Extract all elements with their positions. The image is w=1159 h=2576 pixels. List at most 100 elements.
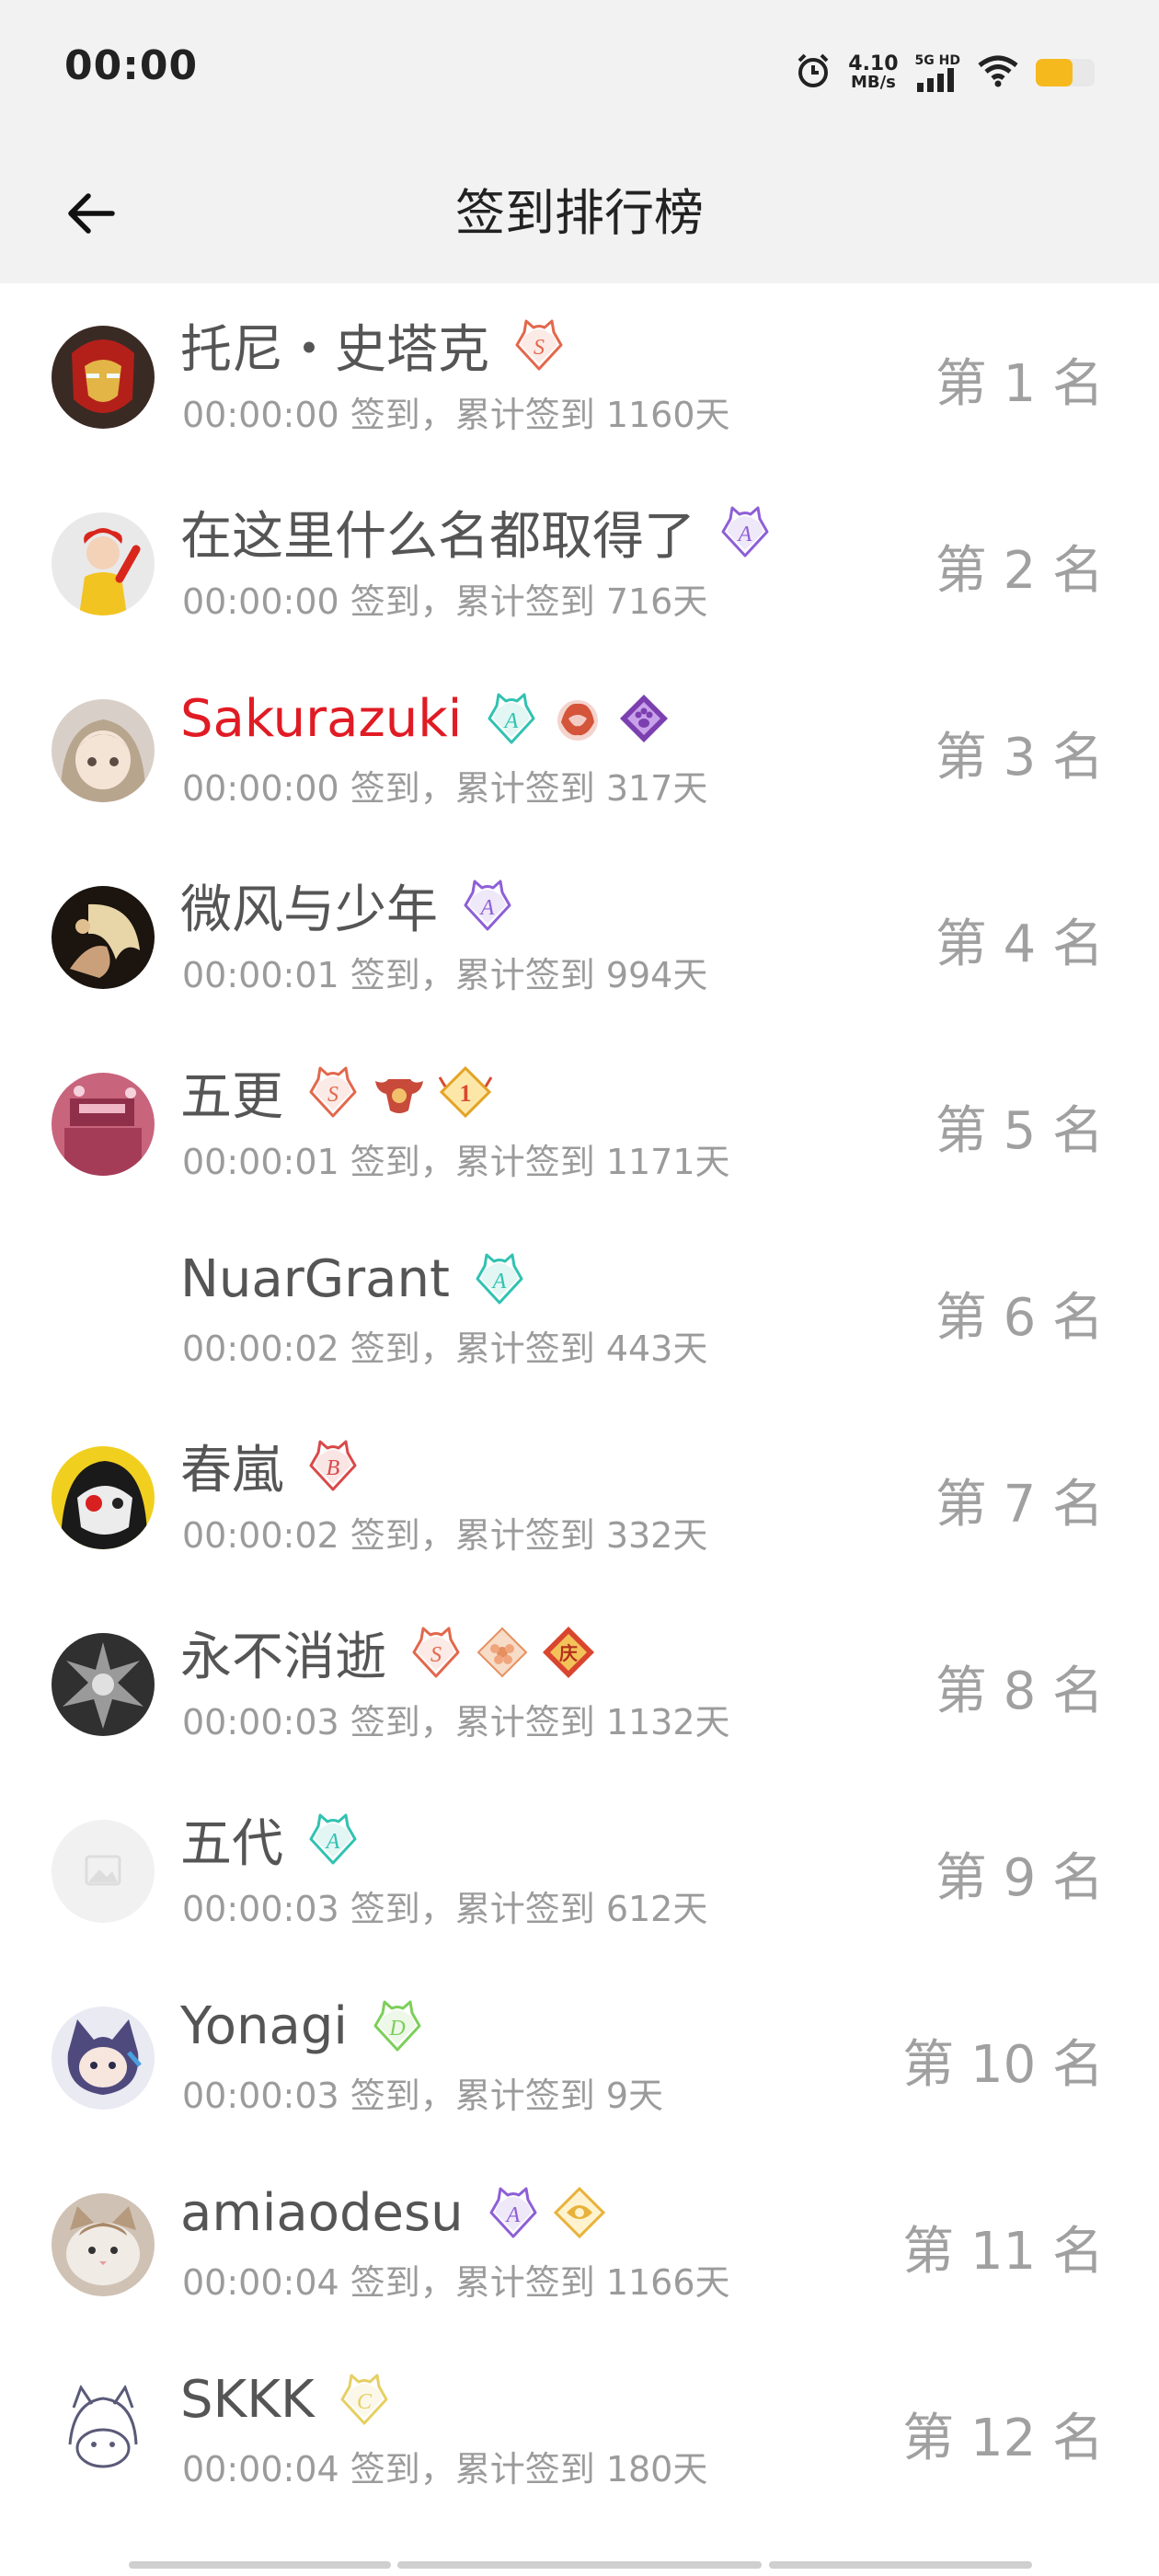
rank-row[interactable]: 五更 S 1 00:00:01 签到，累计签到 1171天第 5 名 [0, 1030, 1159, 1217]
badge-group: S [511, 317, 567, 373]
medal-badge-icon[interactable] [475, 1625, 530, 1680]
svg-text:庆: 庆 [559, 1642, 578, 1664]
rank-label: 第 9 名 [935, 1848, 1104, 1908]
medal-badge-icon[interactable] [616, 691, 671, 746]
name-line: 微风与少年 A [180, 875, 515, 940]
user-name[interactable]: Yonagi [180, 1996, 348, 2056]
page-title: 签到排行榜 [455, 184, 704, 242]
avatar[interactable] [52, 512, 155, 615]
avatar[interactable] [52, 2193, 155, 2296]
user-name[interactable]: 在这里什么名都取得了 [180, 495, 695, 569]
medal-badge-icon[interactable]: A [472, 1251, 527, 1306]
rank-row[interactable]: Yonagi D 00:00:03 签到，累计签到 9天 第 10 名 [0, 1964, 1159, 2151]
user-name[interactable]: 春嵐 [180, 1429, 283, 1503]
name-line: amiaodesu A [180, 2182, 607, 2243]
medal-badge-icon[interactable]: D [370, 1998, 425, 2053]
badge-group: A [486, 2185, 607, 2240]
user-name[interactable]: 五代 [180, 1802, 283, 1877]
medal-badge-icon[interactable] [552, 2185, 607, 2240]
user-name[interactable]: NuarGrant [180, 1249, 450, 1309]
user-name[interactable]: 微风与少年 [180, 868, 438, 943]
rank-row[interactable]: amiaodesu A 00:00:04 签到，累计签到 1166天 第 11 名 [0, 2151, 1159, 2338]
avatar[interactable] [52, 2380, 155, 2483]
rank-label: 第 5 名 [935, 1101, 1104, 1161]
svg-text:B: B [327, 1456, 340, 1480]
medal-badge-icon[interactable] [372, 1064, 427, 1120]
checkin-info: 00:00:01 签到，累计签到 1171天 [182, 1142, 730, 1182]
avatar[interactable] [52, 2007, 155, 2110]
rank-label: 第 4 名 [935, 914, 1104, 974]
user-name[interactable]: Sakurazuki [180, 689, 462, 749]
avatar[interactable] [52, 1073, 155, 1176]
medal-badge-icon[interactable]: S [305, 1064, 361, 1120]
name-line: Sakurazuki A [180, 688, 671, 749]
medal-badge-icon[interactable]: 1 [438, 1064, 493, 1120]
checkin-info: 00:00:03 签到，累计签到 612天 [182, 1889, 708, 1929]
rank-row[interactable]: Sakurazuki A 00:00:00 签到，累计签到 317天 第 3 名 [0, 657, 1159, 844]
rank-row[interactable]: 永不消逝 S 庆 00:00:03 签到，累计签到 1132天第 8 名 [0, 1591, 1159, 1777]
rank-label: 第 8 名 [935, 1662, 1104, 1721]
medal-badge-icon[interactable]: C [337, 2372, 392, 2427]
avatar[interactable] [52, 1446, 155, 1549]
badge-group: S庆 [408, 1625, 596, 1680]
svg-text:A: A [504, 2203, 520, 2227]
avatar[interactable] [52, 886, 155, 989]
status-time: 00:00 [64, 42, 199, 89]
rank-row[interactable]: 在这里什么名都取得了 A 00:00:00 签到，累计签到 716天第 2 名 [0, 470, 1159, 657]
medal-badge-icon[interactable] [550, 691, 605, 746]
badge-group: C [337, 2372, 392, 2427]
rank-label: 第 12 名 [902, 2409, 1104, 2468]
medal-badge-icon[interactable]: A [484, 691, 539, 746]
rank-row[interactable]: SKKK C 00:00:04 签到，累计签到 180天 第 12 名 [0, 2338, 1159, 2524]
svg-text:S: S [327, 1083, 339, 1107]
name-line: NuarGrant A [180, 1248, 527, 1309]
medal-badge-icon[interactable]: S [408, 1625, 464, 1680]
badge-group: A [472, 1251, 527, 1306]
svg-text:A: A [503, 709, 519, 733]
name-line: 春嵐 B [180, 1435, 361, 1501]
svg-text:S: S [430, 1643, 442, 1667]
badge-group: A [484, 691, 671, 746]
avatar[interactable] [52, 1820, 155, 1923]
checkin-info: 00:00:03 签到，累计签到 1132天 [182, 1702, 730, 1742]
alarm-icon [795, 52, 832, 93]
user-name[interactable]: amiaodesu [180, 2183, 464, 2243]
avatar[interactable] [52, 699, 155, 802]
medal-badge-icon[interactable]: A [717, 504, 773, 559]
name-line: 永不消逝 S 庆 [180, 1622, 596, 1687]
rank-row[interactable]: 微风与少年 A 00:00:01 签到，累计签到 994天第 4 名 [0, 844, 1159, 1030]
svg-text:A: A [491, 1270, 507, 1294]
checkin-info: 00:00:00 签到，累计签到 1160天 [182, 395, 730, 435]
badge-group: B [305, 1438, 361, 1493]
medal-badge-icon[interactable]: S [511, 317, 567, 373]
user-name[interactable]: 五更 [180, 1055, 283, 1130]
status-icons: 4.10 MB/s 5G HD [795, 48, 1095, 98]
medal-badge-icon[interactable]: B [305, 1438, 361, 1493]
battery-icon [1036, 59, 1095, 86]
svg-text:A: A [479, 896, 495, 920]
avatar[interactable] [52, 1259, 155, 1363]
rank-row[interactable]: 春嵐 B 00:00:02 签到，累计签到 332天第 7 名 [0, 1404, 1159, 1591]
svg-text:S: S [534, 336, 545, 360]
medal-badge-icon[interactable]: A [460, 878, 515, 933]
checkin-info: 00:00:02 签到，累计签到 443天 [182, 1328, 708, 1369]
avatar[interactable] [52, 1633, 155, 1736]
medal-badge-icon[interactable]: 庆 [541, 1625, 596, 1680]
medal-badge-icon[interactable]: A [486, 2185, 541, 2240]
svg-text:1: 1 [460, 1080, 472, 1107]
user-name[interactable]: SKKK [180, 2370, 315, 2430]
user-name[interactable]: 永不消逝 [180, 1616, 386, 1690]
medal-badge-icon[interactable]: A [305, 1811, 361, 1867]
rank-row[interactable]: 五代 A 00:00:03 签到，累计签到 612天 第 9 名 [0, 1777, 1159, 1964]
rank-row[interactable]: NuarGrant A 00:00:02 签到，累计签到 443天 第 6 名 [0, 1217, 1159, 1404]
status-bar: 00:00 4.10 MB/s 5G HD [0, 0, 1159, 144]
avatar[interactable] [52, 326, 155, 429]
checkin-info: 00:00:04 签到，累计签到 180天 [182, 2449, 708, 2490]
user-name[interactable]: 托尼・史塔克 [180, 308, 489, 383]
svg-text:A: A [737, 523, 752, 546]
ranking-list: 托尼・史塔克 S 00:00:00 签到，累计签到 1160天第 1 名在这里什么名… [0, 283, 1159, 2524]
rank-label: 第 10 名 [902, 2035, 1104, 2095]
badge-group: S1 [305, 1064, 493, 1120]
rank-row[interactable]: 托尼・史塔克 S 00:00:00 签到，累计签到 1160天第 1 名 [0, 283, 1159, 470]
checkin-info: 00:00:00 签到，累计签到 716天 [182, 581, 708, 622]
